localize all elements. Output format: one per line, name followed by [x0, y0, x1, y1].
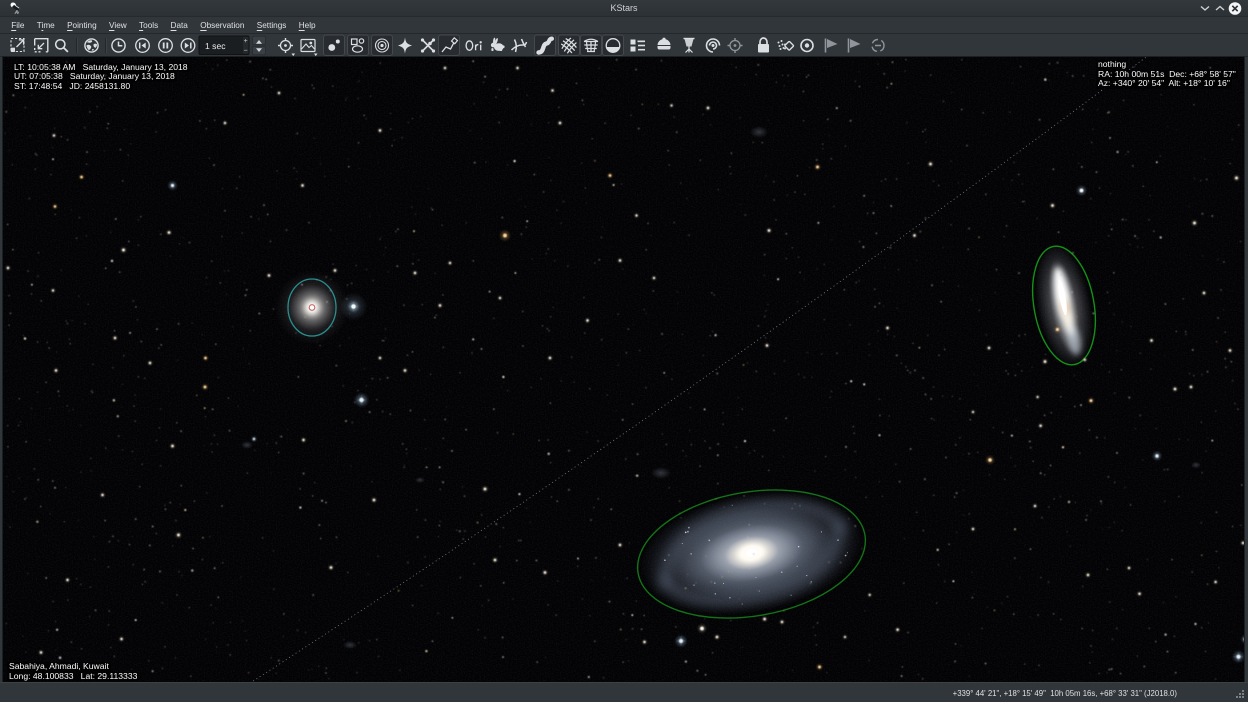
svg-text:−: − [244, 48, 248, 55]
svg-text:1 sec: 1 sec [205, 41, 226, 51]
svg-text:+: + [244, 38, 248, 45]
